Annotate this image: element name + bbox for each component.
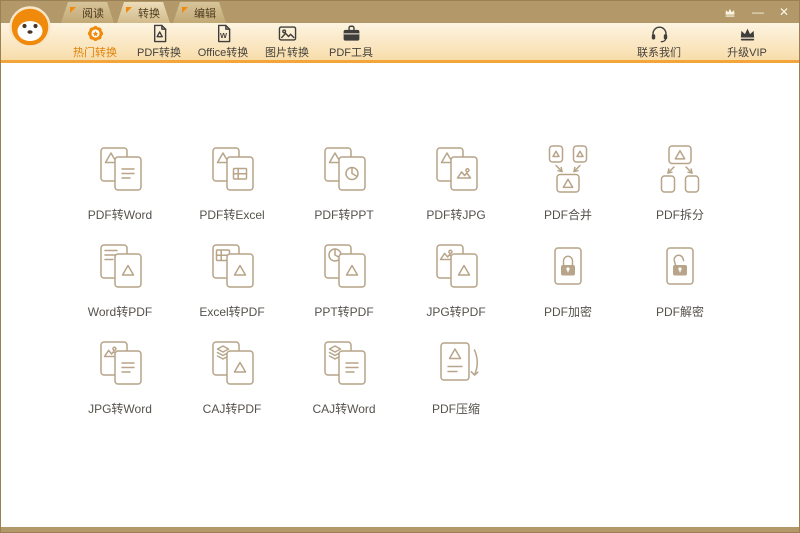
nav-item-office[interactable]: W Office转换 [191,23,255,60]
action-vip[interactable]: 升级VIP [715,23,779,60]
nav-item-label: PDF转换 [137,47,181,59]
nav-item-label: PDF工具 [329,47,373,59]
pdf-document-icon [149,23,170,43]
feature-pdf-to-word[interactable]: PDF转Word [64,141,176,223]
hot-badge-icon [85,23,106,43]
pdf-to-word-icon [92,141,148,197]
feature-label: PDF解密 [655,305,704,319]
headset-icon [649,23,670,43]
word-to-pdf-icon [92,238,148,294]
feature-pdf-compress[interactable]: PDF压缩 [400,335,512,417]
toolbar-actions: 联系我们 升级VIP [627,23,785,60]
feature-label: PDF转Word [87,208,153,222]
pdf-to-excel-icon [204,141,260,197]
nav-item-tools[interactable]: PDF工具 [319,23,383,60]
app-logo [9,6,51,48]
title-tab-read[interactable]: 阅读 [61,2,114,23]
feature-label: JPG转Word [88,402,152,416]
feature-pdf-to-ppt[interactable]: PDF转PPT [288,141,400,223]
feature-caj-to-pdf[interactable]: CAJ转PDF [176,335,288,417]
excel-to-pdf-icon [204,238,260,294]
feature-label: PDF转JPG [426,208,486,222]
pdf-split-icon [652,141,708,197]
feature-label: PDF压缩 [431,402,480,416]
feature-label: CAJ转Word [312,402,376,416]
pdf-to-jpg-icon [428,141,484,197]
caj-to-word-icon [316,335,372,391]
feature-label: CAJ转PDF [202,402,262,416]
pdf-merge-icon [540,141,596,197]
feature-label: JPG转PDF [426,305,486,319]
minimize-button[interactable]: — [752,6,764,18]
svg-text:W: W [219,31,226,40]
feature-pdf-decrypt[interactable]: PDF解密 [624,238,736,320]
titlebar: 阅读 转换 编辑 — ✕ [1,1,799,48]
feature-label: Excel转PDF [199,305,265,319]
action-label: 联系我们 [637,47,681,59]
title-tab-edit[interactable]: 编辑 [173,2,226,23]
feature-label: Word转PDF [87,305,153,319]
nav-item-hot[interactable]: 热门转换 [63,23,127,60]
action-contact[interactable]: 联系我们 [627,23,691,60]
ppt-to-pdf-icon [316,238,372,294]
tab-label: 转换 [138,7,160,20]
feature-jpg-to-pdf[interactable]: JPG转PDF [400,238,512,320]
main-content: PDF转Word PDF转Excel PDF转PPT PDF转JPG PDF合并 PDF拆… [1,63,799,527]
tab-fold-icon [126,7,132,13]
toolbar-nav: 热门转换 PDF转换 W Office转换 图片转换 PDF工具 [63,23,383,60]
jpg-to-word-icon [92,335,148,391]
tab-label: 阅读 [82,7,104,20]
feature-label: PDF转PPT [314,208,374,222]
caj-to-pdf-icon [204,335,260,391]
title-tab-convert[interactable]: 转换 [117,2,170,23]
feature-jpg-to-word[interactable]: JPG转Word [64,335,176,417]
feature-word-to-pdf[interactable]: Word转PDF [64,238,176,320]
feature-pdf-to-excel[interactable]: PDF转Excel [176,141,288,223]
conversion-grid: PDF转Word PDF转Excel PDF转PPT PDF转JPG PDF合并 PDF拆… [1,63,799,417]
tab-fold-icon [70,7,76,13]
office-document-icon: W [213,23,234,43]
nav-item-image[interactable]: 图片转换 [255,23,319,60]
action-label: 升级VIP [727,47,767,59]
feature-pdf-merge[interactable]: PDF合并 [512,141,624,223]
nav-item-label: 图片转换 [265,47,309,59]
image-icon [277,23,298,43]
tab-label: 编辑 [194,7,216,20]
feature-pdf-encrypt[interactable]: PDF加密 [512,238,624,320]
nav-item-label: Office转换 [197,47,249,59]
pdf-decrypt-icon [652,238,708,294]
app-window: 阅读 转换 编辑 — ✕ 热门转换 PDF转换 W Office转换 图片转换 PDF工具 联系… [0,0,800,533]
feature-label: PDF合并 [543,208,592,222]
jpg-to-pdf-icon [428,238,484,294]
window-controls: — ✕ [723,1,789,23]
tab-fold-icon [182,7,188,13]
toolbar: 热门转换 PDF转换 W Office转换 图片转换 PDF工具 联系我们 升级VIP [1,23,799,63]
feature-pdf-split[interactable]: PDF拆分 [624,141,736,223]
pdf-compress-icon [428,335,484,391]
feature-caj-to-word[interactable]: CAJ转Word [288,335,400,417]
pdf-to-ppt-icon [316,141,372,197]
close-button[interactable]: ✕ [779,6,789,18]
pdf-encrypt-icon [540,238,596,294]
feature-label: PPT转PDF [314,305,374,319]
feature-excel-to-pdf[interactable]: Excel转PDF [176,238,288,320]
bottom-strip [1,527,799,532]
crown-icon [737,23,758,43]
feature-label: PDF加密 [543,305,592,319]
feature-pdf-to-jpg[interactable]: PDF转JPG [400,141,512,223]
crown-icon[interactable] [723,5,737,19]
briefcase-icon [341,23,362,43]
feature-label: PDF转Excel [199,208,265,222]
nav-item-pdf[interactable]: PDF转换 [127,23,191,60]
nav-item-label: 热门转换 [73,47,117,59]
feature-label: PDF拆分 [655,208,704,222]
feature-ppt-to-pdf[interactable]: PPT转PDF [288,238,400,320]
title-tabs: 阅读 转换 编辑 [61,1,229,23]
